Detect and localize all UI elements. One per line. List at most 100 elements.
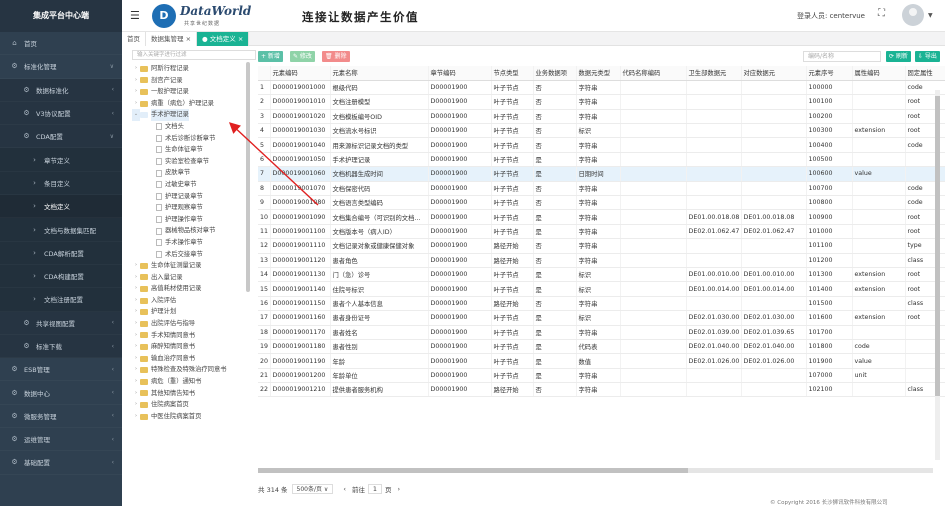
page-size-select[interactable]: 500条/页 ∨	[291, 484, 334, 494]
tree-node[interactable]: 过敏史章节	[132, 179, 256, 191]
sidebar-item[interactable]: › CDA构建配置	[0, 264, 122, 289]
chevron-right-icon[interactable]: ›	[132, 86, 140, 98]
table-row[interactable]: 17 D000019001160 患者身份证号 D00001900 叶子节点是标识 DE0…	[258, 310, 945, 326]
tree-node[interactable]: 护理操作章节	[132, 214, 256, 226]
sidebar-item[interactable]: ⚙ 数据标准化 ‹	[0, 78, 122, 102]
table-row[interactable]: 18 D000019001170 患者姓名 D00001900 叶子节点是字符串 DE02…	[258, 325, 945, 340]
tree-node[interactable]: › 一般护理记录	[132, 86, 256, 98]
tree-node[interactable]: › 高值耗材使用记录	[132, 283, 256, 295]
tree-node[interactable]: › 其他知情告知书	[132, 388, 256, 400]
tree-node[interactable]: 文档头	[132, 121, 256, 133]
fullscreen-icon[interactable]: ⛶	[878, 8, 885, 19]
sidebar-item[interactable]: › 文档注册配置	[0, 288, 122, 312]
table-row[interactable]: 22 D000019001210 提供患者服务机构 D00001900 路径开始否字符串…	[258, 382, 945, 398]
chevron-right-icon[interactable]: ›	[132, 98, 140, 110]
table-row[interactable]: 9 D000019001080 文档语言类型编码 D00001900 叶子节点否字符串 1…	[258, 195, 945, 211]
table-row[interactable]: 5 D000019001040 用来源标识记录文档的类型 D00001900 叶子节点否…	[258, 137, 945, 153]
sidebar-item[interactable]: ⚙ 运维管理 ‹	[0, 428, 122, 451]
grid-vertical-scrollbar[interactable]	[935, 90, 940, 460]
tree-node[interactable]: 术后交接章节	[132, 249, 256, 261]
chevron-right-icon[interactable]: ›	[132, 283, 140, 295]
chevron-right-icon[interactable]: ›	[132, 364, 140, 376]
tree-node[interactable]: › 麻醉知情同意书	[132, 341, 256, 353]
tree-node[interactable]: 实验室检查章节	[132, 156, 256, 168]
sidebar-item[interactable]: › 条目定义	[0, 171, 122, 196]
table-row[interactable]: 19 D000019001180 患者性别 D00001900 叶子节点是代码表 DE02…	[258, 339, 945, 355]
column-header[interactable]: 元素名称	[330, 66, 429, 81]
column-header[interactable]: 属性编码	[852, 66, 906, 81]
column-header[interactable]: 固定属性	[905, 66, 945, 81]
tree-node[interactable]: › 剖宫产记录	[132, 75, 256, 87]
tree-node[interactable]: › 病危（重）通知书	[132, 376, 256, 388]
sidebar-item[interactable]: › CDA解析配置	[0, 241, 122, 265]
sidebar-item[interactable]: ⌂ 首页	[0, 32, 122, 55]
table-row[interactable]: 1 D000019001000 根级代码 D00001900 叶子节点否字符串 10000…	[258, 80, 945, 96]
chevron-right-icon[interactable]: ›	[132, 318, 140, 330]
table-row[interactable]: 21 D000019001200 年龄单位 D00001900 叶子节点是字符串 1070…	[258, 368, 945, 384]
tree-node[interactable]: 护理记录章节	[132, 191, 256, 203]
table-row[interactable]: 4 D000019001030 文档流水号标识 D00001900 叶子节点否标识 100…	[258, 123, 945, 139]
tree-node[interactable]: › 手术知情同意书	[132, 330, 256, 342]
table-row[interactable]: 2 D000019001010 文档注册模型 D00001900 叶子节点否字符串 100…	[258, 94, 945, 110]
tree-node[interactable]: › 病重（病危）护理记录	[132, 98, 256, 110]
sidebar-item[interactable]: ⚙ 基础配置 ‹	[0, 451, 122, 474]
tab[interactable]: 数据集管理 ×	[146, 32, 198, 46]
sidebar-item[interactable]: ⚙ 数据中心 ‹	[0, 381, 122, 404]
tab[interactable]: ● 文档定义 ×	[197, 32, 250, 46]
tree-node[interactable]: › 住院病案首页	[132, 399, 256, 411]
tab[interactable]: 首页	[122, 32, 146, 46]
tree-node[interactable]: › 阿斯行程记录	[132, 63, 256, 75]
export-button[interactable]: ⇩ 导出	[915, 51, 940, 62]
tree-node[interactable]: › 出入量记录	[132, 272, 256, 284]
chevron-right-icon[interactable]: ›	[132, 330, 140, 342]
table-row[interactable]: 16 D000019001150 患者个人基本信息 D00001900 路径开始否字符串…	[258, 296, 945, 312]
table-row[interactable]: 14 D000019001130 门（急）诊号 D00001900 叶子节点是标识 DE0…	[258, 267, 945, 283]
page-number-input[interactable]: 1	[367, 484, 382, 494]
chevron-right-icon[interactable]: ›	[132, 63, 140, 75]
column-header[interactable]: 元素编码	[270, 66, 331, 81]
column-header[interactable]: 数据元类型	[576, 66, 621, 81]
column-header[interactable]: 节点类型	[491, 66, 534, 81]
next-page-button[interactable]: ›	[397, 485, 400, 493]
column-header[interactable]	[258, 66, 271, 81]
sidebar-item[interactable]: › 文档定义	[0, 195, 122, 219]
sidebar-item[interactable]: ⚙ ESB管理 ‹	[0, 358, 122, 381]
sidebar-item[interactable]: ⚙ 标准化管理 ∨	[0, 55, 122, 78]
chevron-right-icon[interactable]: ›	[132, 306, 140, 318]
tree-node[interactable]: 手术操作章节	[132, 237, 256, 249]
tree-node[interactable]: › 中医住院病案首页	[132, 411, 256, 423]
tree-scrollbar[interactable]	[246, 62, 250, 292]
grid-horizontal-scrollbar[interactable]	[258, 468, 933, 473]
chevron-right-icon[interactable]: ›	[132, 75, 140, 87]
tree-node[interactable]: › 入院评估	[132, 295, 256, 307]
column-header[interactable]: 代码名称编码	[620, 66, 687, 81]
chevron-down-icon[interactable]: ▼	[928, 12, 933, 19]
tree-node[interactable]: 生命体征章节	[132, 144, 256, 156]
column-header[interactable]: 对应数据元	[741, 66, 807, 81]
tree-search-input[interactable]: 输入关键字进行过滤	[132, 50, 256, 60]
table-row[interactable]: 10 D000019001090 文档集合编号（可识别的文档... D00001900…	[258, 209, 945, 225]
tree-node[interactable]: › 特殊检查及特殊治疗同意书	[132, 364, 256, 376]
sidebar-item[interactable]: ⚙ CDA配置 ∨	[0, 125, 122, 149]
chevron-down-icon[interactable]: ⌄	[132, 109, 140, 121]
chevron-right-icon[interactable]: ›	[132, 260, 140, 272]
table-row[interactable]: 13 D000019001120 患者角色 D00001900 路径开始否字符串 1012…	[258, 253, 945, 268]
sidebar-item[interactable]: › 章节定义	[0, 148, 122, 172]
tree-node[interactable]: 术后诊断诊断章节	[132, 133, 256, 145]
prev-page-button[interactable]: ‹	[343, 485, 346, 493]
tree-node[interactable]: › 输血治疗同意书	[132, 353, 256, 365]
chevron-right-icon[interactable]: ›	[132, 376, 140, 388]
table-row[interactable]: 3 D000019001020 文档模板编号OID D00001900 叶子节点否字符串…	[258, 109, 945, 125]
column-header[interactable]: 业务数据项	[533, 66, 577, 81]
tree-node[interactable]: 护理观察章节	[132, 202, 256, 214]
column-header[interactable]: 元素序号	[806, 66, 853, 81]
table-row[interactable]: 6 D000019001050 手术护理记录 D00001900 叶子节点是字符串 100…	[258, 152, 945, 168]
sidebar-item[interactable]: › 文档与数据集匹配	[0, 218, 122, 242]
column-header[interactable]: 章节编码	[428, 66, 492, 81]
table-row[interactable]: 11 D000019001100 文档版本号（病人ID） D00001900 叶子节点是…	[258, 224, 945, 240]
chevron-right-icon[interactable]: ›	[132, 295, 140, 307]
chevron-right-icon[interactable]: ›	[132, 411, 140, 423]
sidebar-item[interactable]: ⚙ 共享视图配置 ‹	[0, 311, 122, 335]
tree-node[interactable]: ⌄ 手术护理记录	[132, 109, 256, 121]
table-row[interactable]: 8 D000019001070 文档保密代码 D00001900 叶子节点否字符串 100…	[258, 181, 945, 197]
